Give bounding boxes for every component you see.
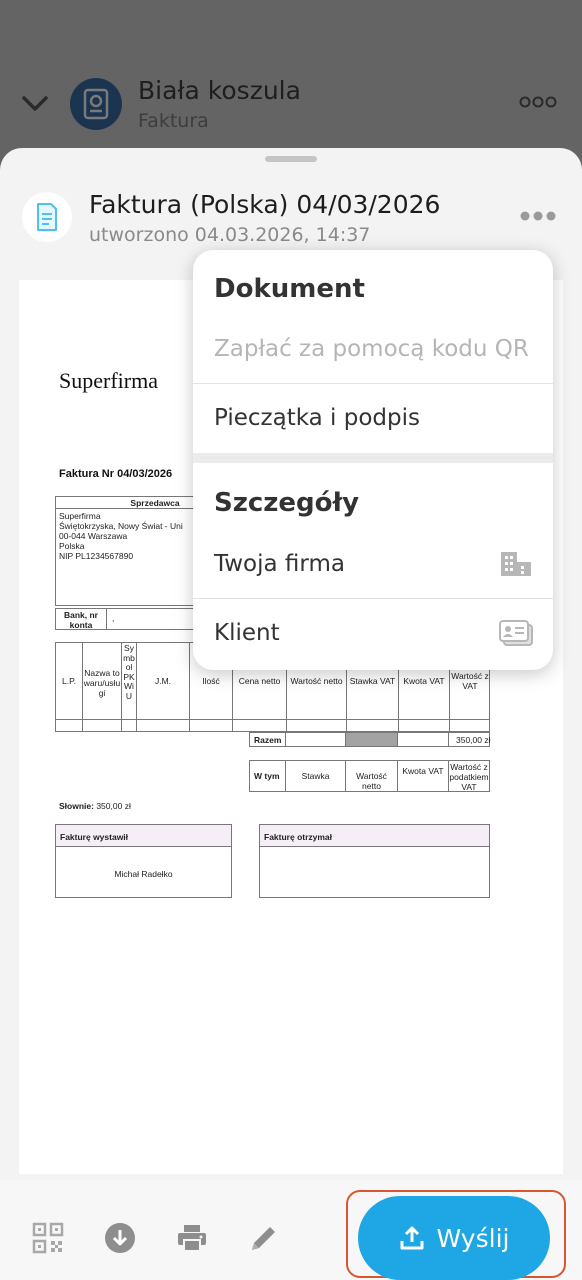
preview-bank-label: Bank, nr konta — [63, 610, 98, 630]
menu-item-your-company[interactable]: Twoja firma — [193, 530, 553, 600]
preview-seller-line: NIP PL1234567890 — [59, 551, 134, 561]
menu-item-label: Pieczątka i podpis — [214, 405, 421, 431]
preview-invoice-number: Faktura Nr 04/03/2026 — [59, 468, 173, 480]
preview-including-row: W tym Stawka Wartość netto Kwota VAT War… — [249, 760, 490, 792]
preview-col-vat-amount: Kwota VAT — [403, 676, 445, 686]
preview-received-by-label: Fakturę otrzymał — [264, 832, 333, 842]
invoice-icon — [22, 192, 72, 242]
preview-including-vat: Kwota VAT — [402, 766, 444, 776]
preview-issued-by-label: Fakturę wystawił — [60, 832, 129, 842]
preview-total-label: Razem — [254, 735, 282, 745]
preview-col-name: Nazwa towaru/usługi — [83, 668, 121, 698]
more-options-icon[interactable] — [518, 95, 558, 109]
qr-code-icon — [32, 1222, 64, 1254]
options-menu: Dokument Zapłać za pomocą kodu QR Pieczą… — [193, 250, 553, 670]
preview-total-row: Razem 350,00 zł — [249, 732, 491, 747]
pencil-icon — [252, 1227, 275, 1250]
preview-col-gross: Wartość z VAT — [451, 671, 489, 691]
preview-issued-by-box: Fakturę wystawił Michał Radełko — [55, 824, 232, 898]
menu-section-document: Dokument — [214, 274, 365, 304]
menu-item-qr-pay[interactable]: Zapłać za pomocą kodu QR — [193, 315, 553, 385]
preview-seller-line: Superfirma — [59, 511, 101, 521]
send-button-label: Wyślij — [436, 1223, 510, 1253]
download-icon — [105, 1223, 135, 1253]
preview-col-unit: J.M. — [154, 676, 172, 686]
chevron-down-icon[interactable] — [20, 92, 50, 116]
preview-total-value: 350,00 zł — [456, 735, 491, 745]
preview-in-words-value: 350,00 zł — [96, 801, 131, 811]
upload-icon — [400, 1226, 424, 1250]
preview-col-net-price: Cena netto — [238, 676, 281, 686]
edit-button[interactable] — [242, 1216, 286, 1260]
preview-company-name: Superfirma — [59, 368, 158, 393]
more-options-icon[interactable] — [518, 208, 558, 224]
menu-item-stamp-signature[interactable]: Pieczątka i podpis — [193, 384, 553, 454]
document-title: Faktura (Polska) 04/03/2026 — [89, 190, 441, 219]
preview-bank-value: , — [112, 613, 115, 623]
contact-name: Biała koszula — [138, 76, 301, 105]
preview-seller-line: Świętokrzyska, Nowy Świat - Uni — [59, 521, 183, 531]
menu-item-label: Zapłać za pomocą kodu QR — [214, 336, 529, 362]
preview-col-vat-rate: Stawka VAT — [349, 676, 396, 686]
contact-doc-type: Faktura — [138, 110, 209, 132]
background-header: Biała koszula Faktura — [0, 0, 582, 150]
print-button[interactable] — [170, 1216, 214, 1260]
menu-separator — [193, 453, 553, 463]
building-icon — [501, 552, 531, 576]
menu-item-client[interactable]: Klient — [193, 599, 553, 669]
menu-item-label: Klient — [214, 620, 280, 646]
preview-including-rate: Stawka — [301, 771, 330, 781]
preview-including-net: Wartość netto — [356, 771, 387, 791]
preview-seller-line: Polska — [59, 541, 85, 551]
contact-card-icon — [499, 620, 533, 646]
preview-in-words: Słownie: 350,00 zł — [59, 801, 131, 811]
printer-icon — [178, 1225, 206, 1252]
send-button[interactable]: Wyślij — [358, 1196, 550, 1280]
document-created: utworzono 04.03.2026, 14:37 — [89, 224, 371, 246]
download-button[interactable] — [98, 1216, 142, 1260]
preview-col-lp: L.P. — [61, 676, 77, 686]
preview-received-by-box: Fakturę otrzymał — [259, 824, 490, 898]
menu-section-details: Szczegóły — [214, 488, 360, 518]
preview-col-qty: Ilość — [202, 676, 220, 686]
preview-in-words-label: Słownie: — [59, 801, 94, 811]
drag-handle[interactable] — [265, 156, 317, 162]
menu-item-label: Twoja firma — [214, 551, 345, 577]
contact-avatar — [70, 78, 122, 130]
preview-including-label: W tym — [254, 771, 280, 781]
preview-issued-by-name: Michał Radełko — [114, 869, 173, 879]
preview-col-net-value: Wartość netto — [290, 676, 343, 686]
qr-code-button[interactable] — [26, 1216, 70, 1260]
preview-col-pkwiu: Symbol PKWiU — [123, 643, 135, 701]
document-badge-icon — [83, 88, 109, 120]
preview-seller-line: 00-044 Warszawa — [59, 531, 128, 541]
preview-including-gross: Wartość z podatkiem VAT — [449, 762, 489, 792]
